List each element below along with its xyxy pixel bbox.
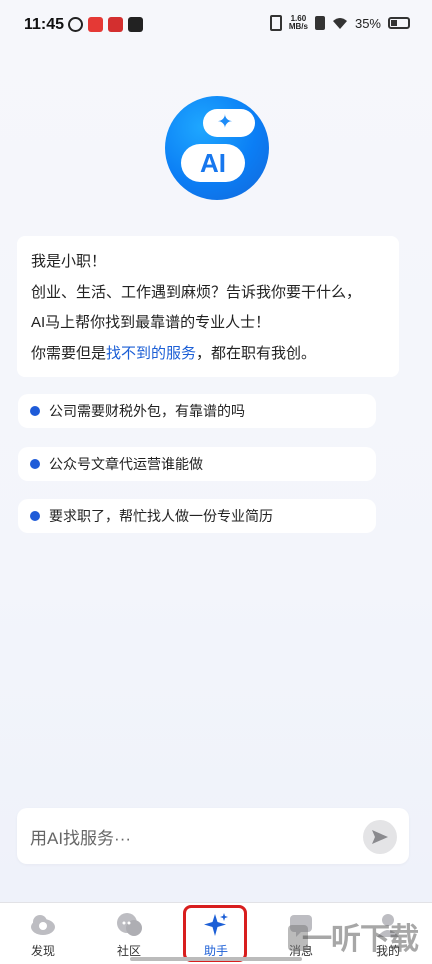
chat-bubbles-icon xyxy=(115,911,143,939)
chat-input[interactable]: 用AI找服务··· xyxy=(17,808,409,864)
vibrate-icon xyxy=(269,15,282,31)
tab-discover[interactable]: 发现 xyxy=(8,903,78,964)
bullet-dot xyxy=(30,406,40,416)
tab-assistant[interactable]: 助手 xyxy=(181,903,251,964)
app-notification-icon xyxy=(108,17,123,32)
ai-bubble: AI xyxy=(181,144,245,182)
suggestion-text: 要求职了，帮忙找人做一份专业简历 xyxy=(49,508,273,524)
bullet-dot xyxy=(30,511,40,521)
tab-label: 发现 xyxy=(30,944,55,958)
send-button[interactable] xyxy=(363,820,397,854)
home-indicator xyxy=(130,957,302,961)
app-notification-icon xyxy=(68,17,83,32)
watermark: 一听下载 xyxy=(302,923,419,956)
chat-input-placeholder: 用AI找服务··· xyxy=(30,829,132,848)
sparkle-bubble: ✦ xyxy=(203,109,255,137)
intro-card: 我是小职！ 创业、生活、工作遇到麻烦？告诉我你要干什么， AI马上帮你找到最靠谱… xyxy=(17,236,399,377)
suggestion-chip[interactable]: 公众号文章代运营谁能做 xyxy=(18,447,376,481)
suggestion-chip[interactable]: 公司需要财税外包，有靠谱的吗 xyxy=(18,394,376,428)
status-time: 11:45 xyxy=(24,16,65,33)
suggestion-text: 公司需要财税外包，有靠谱的吗 xyxy=(49,403,245,419)
network-speed: 1.60 MB/s xyxy=(288,14,308,31)
send-icon xyxy=(372,830,388,844)
wifi-icon xyxy=(332,16,348,30)
intro-line: AI马上帮你找到最靠谱的专业人士！ xyxy=(31,314,271,331)
cloud-search-icon xyxy=(29,911,57,939)
tab-community[interactable]: 社区 xyxy=(94,903,164,964)
intro-line: 创业、生活、工作遇到麻烦？告诉我你要干什么， xyxy=(31,283,362,301)
status-bar: 11:45 1.60 MB/s 35% xyxy=(0,0,432,52)
app-notification-icon xyxy=(88,17,103,32)
battery-percent: 35% xyxy=(354,15,381,31)
suggestion-chip[interactable]: 要求职了，帮忙找人做一份专业简历 xyxy=(18,499,376,533)
sparkle-icon: ✦ xyxy=(217,112,233,133)
intro-line: 我是小职！ xyxy=(31,253,107,270)
sim-icon xyxy=(314,16,325,30)
intro-line: 你需要但是找不到的服务，都在职有我创。 xyxy=(31,344,317,362)
notification-icons xyxy=(68,17,143,32)
bullet-dot xyxy=(30,459,40,469)
suggestion-text: 公众号文章代运营谁能做 xyxy=(49,456,203,472)
app-notification-icon xyxy=(128,17,143,32)
services-link[interactable]: 找不到的服务 xyxy=(106,345,196,362)
ai-assistant-logo: ✦ AI xyxy=(165,96,269,200)
battery-icon xyxy=(388,17,410,29)
sparkle-icon xyxy=(202,911,230,939)
system-icons: 1.60 MB/s 35% xyxy=(269,14,410,31)
